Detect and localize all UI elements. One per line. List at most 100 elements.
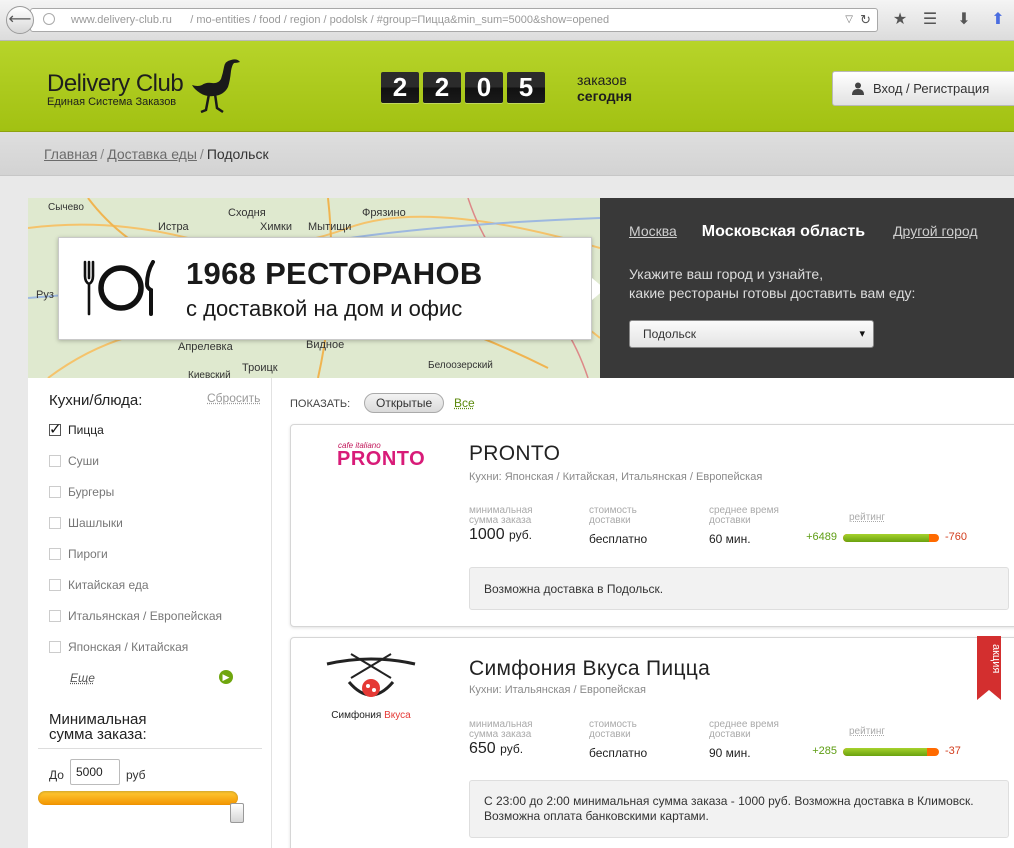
counter-digit: 2 (423, 72, 461, 103)
restaurant-list: ПОКАЗАТЬ: Открытые Все cafe italiano PRO… (272, 378, 1014, 848)
download-icon[interactable]: ⬇ (952, 8, 976, 32)
reload-icon[interactable]: ↻ (860, 9, 871, 31)
stat-label-min-sum: минимальная сумма заказа (469, 720, 533, 740)
min-sum-slider-handle[interactable] (230, 803, 244, 823)
home-arrow-icon[interactable]: ⬆ (986, 8, 1010, 32)
counter-digit: 2 (381, 72, 419, 103)
filter-option-shashlik[interactable]: Шашлыки (49, 516, 123, 532)
restaurant-name[interactable]: PRONTO (469, 442, 560, 466)
rating-negative: -760 (945, 531, 968, 543)
list-icon[interactable]: ☰ (918, 8, 942, 32)
stat-label-delivery-cost: стоимость доставки (589, 506, 637, 526)
stat-currency: руб. (500, 742, 524, 756)
min-sum-input[interactable] (70, 759, 120, 785)
min-sum-prefix: До (49, 768, 64, 782)
logo-title: Delivery Club (47, 70, 184, 97)
restaurant-card[interactable]: cafe italiano PRONTO PRONTO Кухни: Японс… (290, 424, 1014, 627)
bookmark-star-icon[interactable]: ★ (888, 8, 912, 32)
checkbox[interactable] (49, 455, 61, 467)
logo-subtitle: Единая Система Заказов (47, 96, 177, 108)
counter-digit: 5 (507, 72, 545, 103)
address-bar[interactable]: www.delivery-club.ru / mo-entities / foo… (30, 8, 878, 32)
city-select-value: Подольск (643, 327, 696, 341)
show-opened-button[interactable]: Открытые (364, 393, 445, 413)
filter-option-label: Шашлыки (68, 516, 123, 530)
restaurant-logo-pronto[interactable]: cafe italiano PRONTO (321, 441, 441, 481)
region-tabs: Москва Московская область Другой город (629, 223, 1003, 241)
checkbox[interactable] (49, 641, 61, 653)
svg-text:Симфония Вкуса: Симфония Вкуса (331, 709, 411, 721)
hero-banner: Сычево Истра Сходня Химки Мытищи Фрязино… (28, 198, 600, 378)
filter-option-pies[interactable]: Пироги (49, 547, 108, 563)
restaurant-note: Возможна доставка в Подольск. (469, 567, 1009, 610)
rating-label[interactable]: рейтинг (849, 726, 885, 737)
tab-moscow[interactable]: Москва (629, 223, 677, 239)
breadcrumb-home-link[interactable]: Главная (44, 146, 97, 162)
back-button[interactable]: ⟵ (6, 6, 34, 34)
filter-option-italian[interactable]: Итальянская / Европейская (49, 609, 222, 625)
map-label: Киевский (188, 370, 231, 378)
counter-label-today: сегодня (577, 88, 633, 104)
filter-sidebar: Кухни/блюда: Сбросить Пицца Суши Бургеры… (28, 378, 272, 848)
arrow-right-icon[interactable]: ▶ (219, 670, 233, 684)
checkbox[interactable] (49, 420, 62, 438)
filter-option-burgers[interactable]: Бургеры (49, 485, 114, 501)
filter-option-pizza[interactable]: Пицца (49, 420, 104, 439)
stat-delivery-time: 60 мин. (709, 532, 751, 546)
checkbox[interactable] (49, 610, 61, 622)
breadcrumb-delivery-link[interactable]: Доставка еды (107, 146, 197, 162)
filter-reset-link[interactable]: Сбросить (207, 391, 260, 405)
more-filters-link[interactable]: Еще (70, 671, 95, 685)
site-logo[interactable]: Delivery Club Единая Система Заказов (47, 70, 184, 108)
map-label: Истра (158, 221, 190, 233)
stat-label-line: доставки (709, 515, 751, 526)
hero-subline: с доставкой на дом и офис (186, 296, 463, 321)
filter-option-chinese[interactable]: Китайская еда (49, 578, 149, 594)
dropdown-icon[interactable]: ▽ (845, 9, 853, 31)
login-button[interactable]: Вход / Регистрация (832, 71, 1014, 106)
filter-option-japanese[interactable]: Японская / Китайская (49, 640, 188, 656)
stat-label-delivery-time: среднее время доставки (709, 506, 779, 526)
map-label: Видное (306, 339, 344, 351)
map-label: Химки (260, 221, 292, 233)
map-label: Фрязино (362, 207, 406, 219)
show-all-link[interactable]: Все (454, 396, 475, 410)
counter-label-orders: заказов (577, 72, 627, 88)
min-sum-slider[interactable] (38, 791, 238, 805)
filter-option-label: Пироги (68, 547, 108, 561)
stat-min-sum-value: 1000 (469, 526, 505, 543)
filter-option-label: Бургеры (68, 485, 115, 499)
user-icon (852, 82, 864, 95)
hero-headline: 1968 РЕСТОРАНОВ (186, 256, 483, 291)
promo-ribbon[interactable]: акция (977, 636, 1001, 700)
region-prompt-line: Укажите ваш город и узнайте, (629, 266, 824, 282)
checkbox[interactable] (49, 548, 61, 560)
tab-other-city[interactable]: Другой город (893, 223, 977, 239)
city-select[interactable]: Подольск ▾ (629, 320, 874, 348)
min-sum-title-line: сумма заказа: (49, 726, 147, 743)
show-filter-label: ПОКАЗАТЬ: (290, 398, 351, 410)
stat-delivery-time: 90 мин. (709, 746, 751, 760)
min-sum-currency: руб (126, 768, 146, 782)
checkbox[interactable] (49, 579, 61, 591)
restaurant-card[interactable]: Симфония Вкуса Симфония Вкуса Пицца Кухн… (290, 636, 1014, 848)
restaurant-name[interactable]: Симфония Вкуса Пицца (469, 657, 710, 681)
stat-min-sum-value: 650 (469, 740, 496, 757)
restaurant-note: С 23:00 до 2:00 минимальная сумма заказа… (469, 780, 1009, 838)
filter-option-sushi[interactable]: Суши (49, 454, 99, 470)
rating-label[interactable]: рейтинг (849, 512, 885, 523)
stat-delivery-cost: бесплатно (589, 532, 648, 546)
stat-label-line: сумма заказа (469, 729, 532, 740)
map-label: Апрелевка (178, 341, 234, 353)
checkbox[interactable] (49, 517, 61, 529)
url-path: / mo-entities / food / region / podolsk … (190, 14, 610, 26)
map-label: Белоозерский (428, 360, 493, 371)
stat-label-min-sum: минимальная сумма заказа (469, 506, 533, 526)
rating-bar (843, 534, 939, 542)
restaurant-logo-simfonia[interactable]: Симфония Вкуса (321, 650, 421, 722)
breadcrumb-separator: / (199, 146, 204, 162)
stat-min-sum: 1000 руб. (469, 526, 532, 544)
rating-positive: +285 (812, 745, 837, 757)
tab-moscow-region[interactable]: Московская область (702, 223, 865, 240)
checkbox[interactable] (49, 486, 61, 498)
